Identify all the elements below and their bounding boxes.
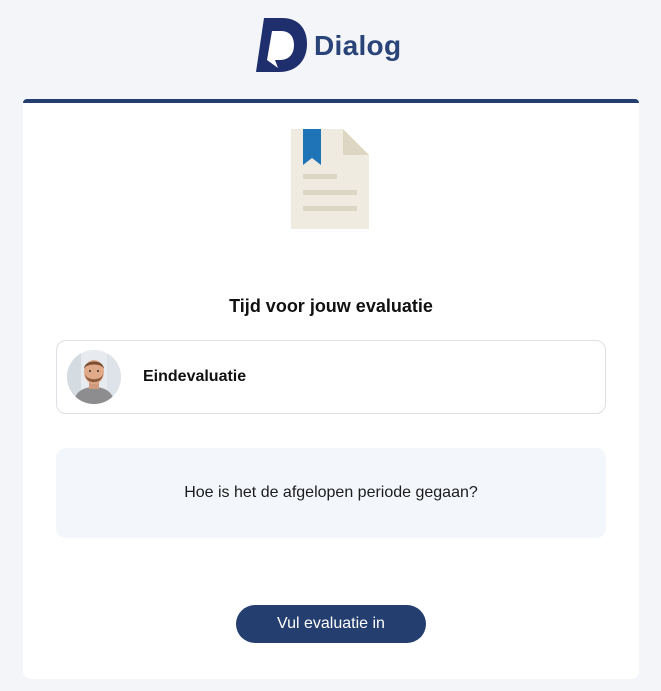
page-title: Tijd voor jouw evaluatie	[229, 296, 433, 316]
dialog-logo-icon	[256, 18, 307, 72]
page-header: Dialog	[0, 0, 661, 100]
evaluation-card: Tijd voor jouw evaluatie Eindevaluatie H…	[23, 99, 639, 679]
fill-evaluation-button[interactable]: Vul evaluatie in	[236, 605, 426, 643]
logo-text: Dialog	[314, 30, 402, 61]
question-text: Hoe is het de afgelopen periode gegaan?	[184, 484, 478, 501]
question-box: Hoe is het de afgelopen periode gegaan?	[56, 448, 606, 538]
avatar	[67, 350, 121, 404]
dialog-logo: Dialog	[254, 16, 401, 74]
evaluation-label: Eindevaluatie	[143, 368, 247, 385]
evaluation-item[interactable]: Eindevaluatie	[56, 340, 606, 414]
document-bookmark-icon	[291, 129, 369, 229]
